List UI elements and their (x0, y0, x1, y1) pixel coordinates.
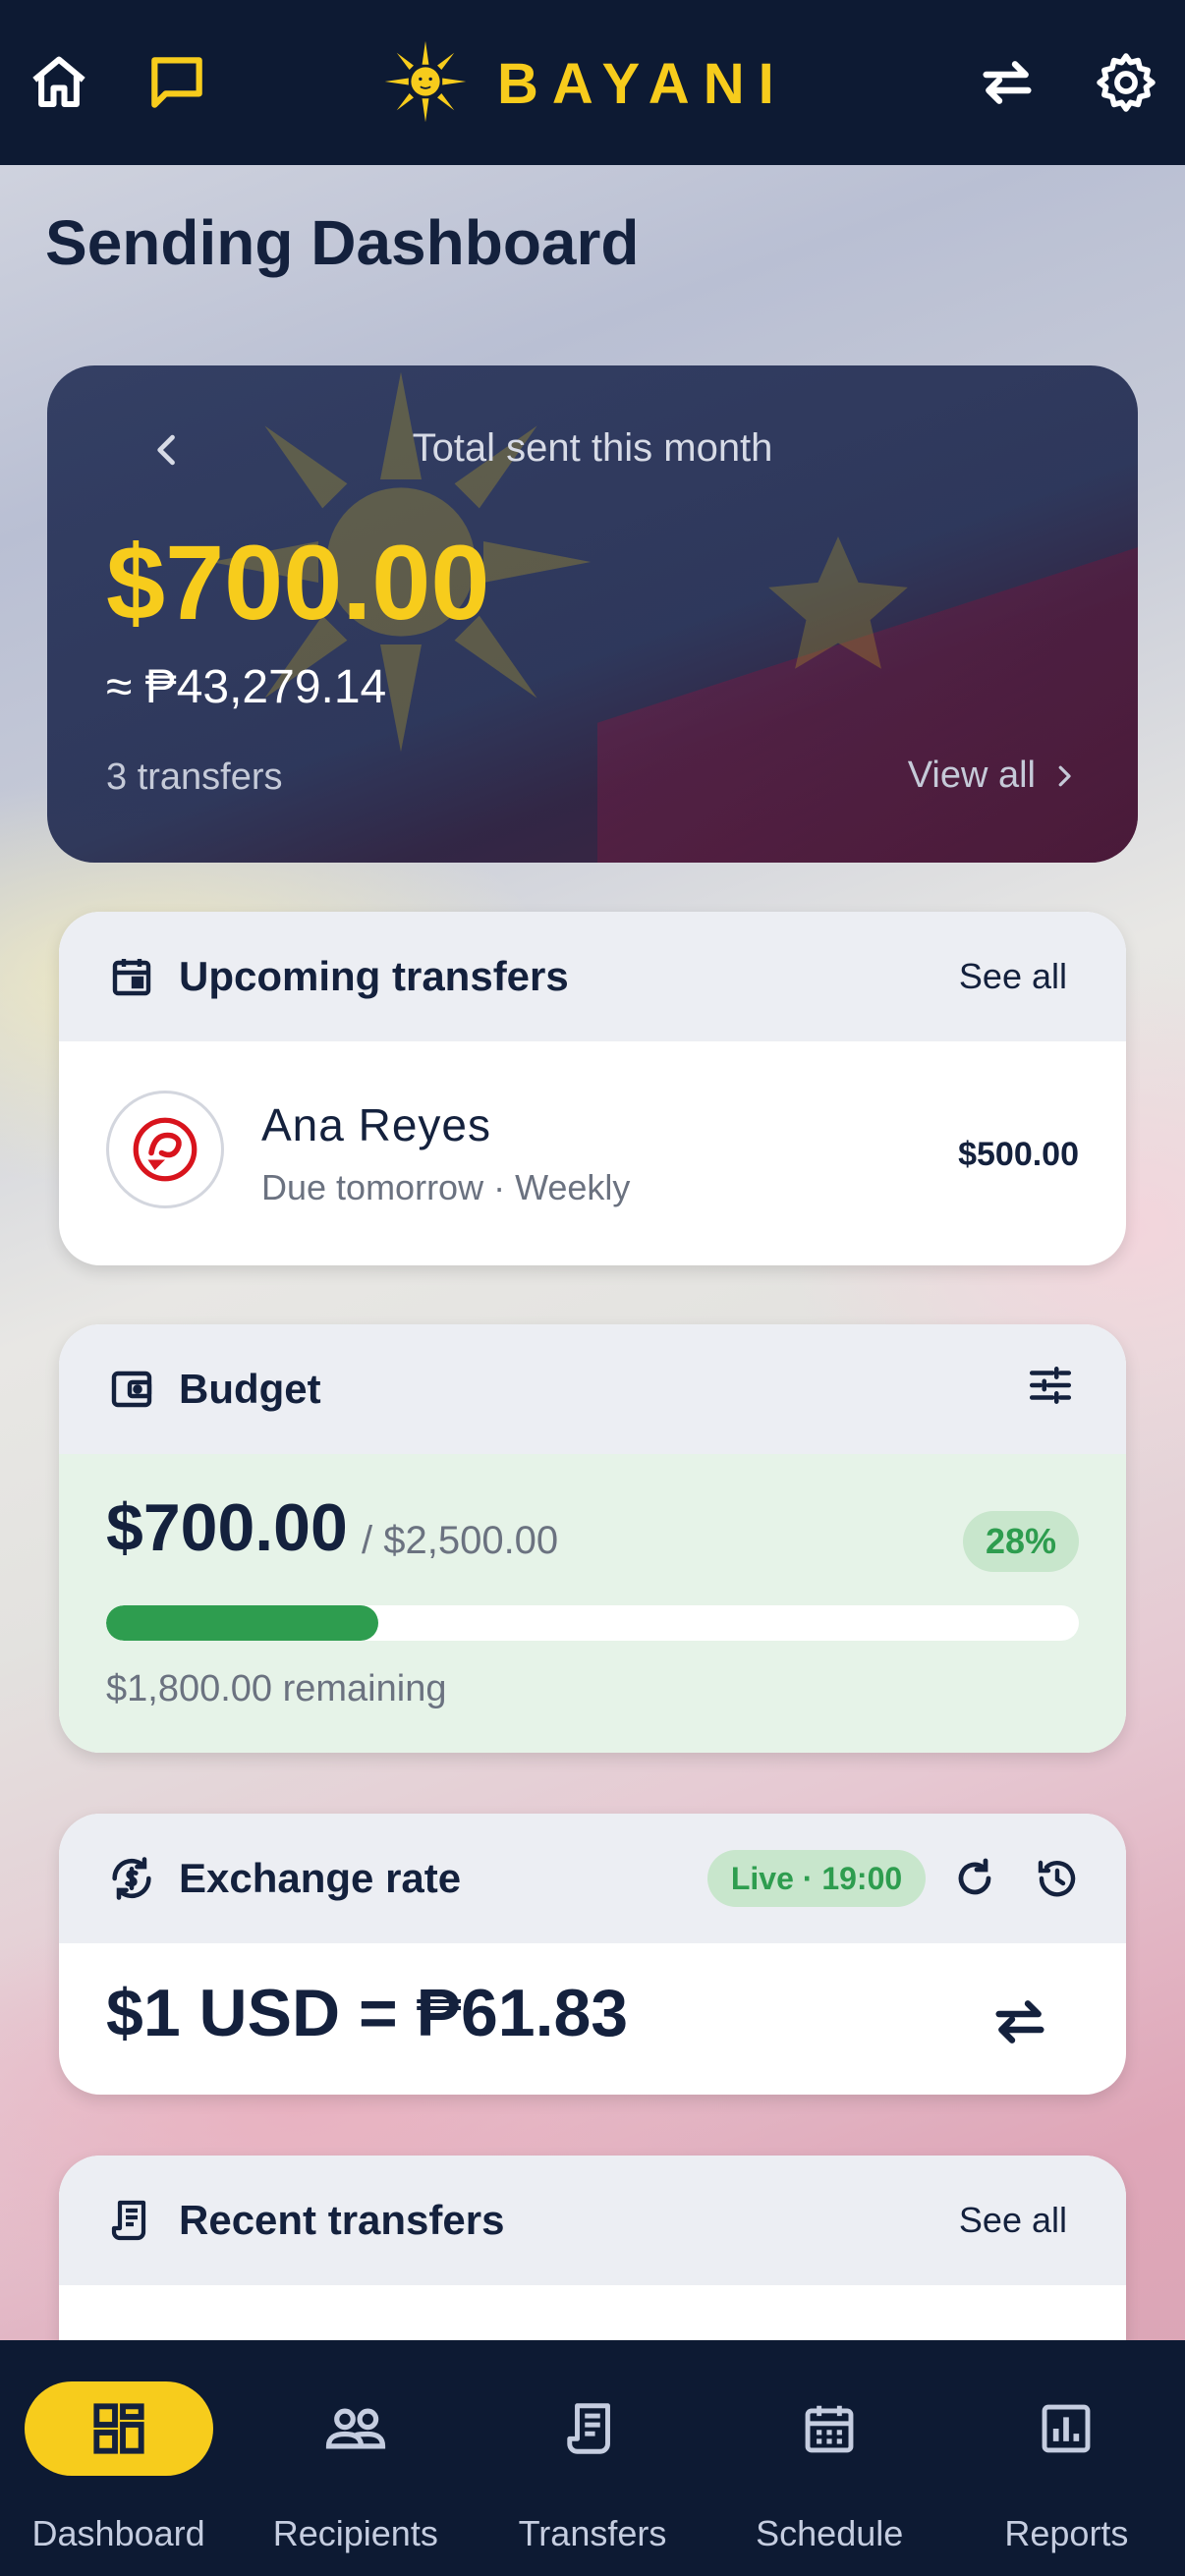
nav-label: Transfers (518, 2513, 667, 2553)
provider-logo-icon (133, 1117, 198, 1182)
nav-label: Recipients (272, 2513, 438, 2553)
upcoming-header: Upcoming transfers See all (59, 912, 1126, 1041)
php-equivalent: ≈ ₱43,279.14 (106, 661, 387, 713)
nav-label: Reports (1004, 2513, 1129, 2553)
total-sent-card: Total sent this month $700.00 ≈ ₱43,279.… (47, 365, 1138, 863)
budget-title: Budget (179, 1366, 321, 1412)
swap-currency-button[interactable] (983, 1985, 1057, 2059)
sun-logo-icon (383, 39, 468, 129)
reports-icon (1042, 2404, 1091, 2453)
hero-label: Total sent this month (412, 426, 773, 470)
nav-transfers-pill (498, 2381, 687, 2476)
calendar-icon (106, 951, 157, 1002)
currency-exchange-icon (106, 1853, 157, 1904)
budget-settings-button[interactable] (1026, 1361, 1075, 1419)
swap-icon[interactable] (968, 43, 1046, 122)
transfer-schedule: Due tomorrow · Weekly (261, 1167, 631, 1207)
transfer-count: 3 transfers (106, 756, 283, 798)
budget-spent: $700.00 (106, 1490, 348, 1565)
nav-transfers[interactable]: Transfers (474, 2340, 710, 2576)
recent-header: Recent transfers See all (59, 2156, 1126, 2285)
refresh-icon (958, 1858, 991, 1895)
live-status-badge: Live · 19:00 (707, 1850, 926, 1907)
budget-total: / $2,500.00 (362, 1519, 559, 1562)
nav-dashboard[interactable]: Dashboard (0, 2340, 237, 2576)
chevron-right-icon (1058, 765, 1071, 786)
wallet-icon (106, 1364, 157, 1415)
budget-progress-bar (106, 1605, 1079, 1641)
total-amount: $700.00 (106, 523, 490, 642)
history-icon (1038, 1860, 1076, 1897)
view-all-link[interactable]: View all (908, 755, 1079, 797)
nav-dashboard-pill (24, 2381, 213, 2476)
nav-recipients-pill (261, 2381, 450, 2476)
nav-reports[interactable]: Reports (948, 2340, 1185, 2576)
budget-progress-fill (106, 1605, 379, 1641)
nav-schedule[interactable]: Schedule (711, 2340, 948, 2576)
gear-icon[interactable] (1087, 43, 1165, 122)
recipient-name: Ana Reyes (261, 1099, 492, 1150)
recent-see-all-link[interactable]: See all (959, 2200, 1067, 2241)
recipient-avatar (106, 1091, 224, 1208)
upcoming-title: Upcoming transfers (179, 953, 569, 999)
recipients-icon (325, 2408, 385, 2449)
nav-schedule-pill (735, 2381, 924, 2476)
budget-header: Budget (59, 1324, 1126, 1454)
transfers-icon (567, 2403, 610, 2454)
upcoming-transfers-card: Upcoming transfers See all Ana Reyes Due… (59, 912, 1126, 1265)
budget-percent-badge: 28% (963, 1511, 1079, 1572)
budget-remaining: $1,800.00 remaining (106, 1668, 447, 1709)
rate-history-button[interactable] (1030, 1851, 1085, 1906)
brand: BAYANI (383, 39, 788, 128)
page-title: Sending Dashboard (45, 207, 640, 278)
chat-icon[interactable] (138, 43, 216, 122)
budget-body: $700.00 / $2,500.00 28% $1,800.00 remain… (59, 1454, 1126, 1753)
budget-card: Budget $700.00 / $2,500.00 28% $1,800.00… (59, 1324, 1126, 1753)
exchange-header: Exchange rate Live · 19:00 (59, 1814, 1126, 1943)
transfer-amount: $500.00 (958, 1136, 1079, 1173)
sliders-icon (1029, 1366, 1072, 1404)
upcoming-transfer-row[interactable]: Ana Reyes Due tomorrow · Weekly $500.00 (59, 1041, 1126, 1265)
swap-arrows-icon (995, 2000, 1044, 2044)
nav-label: Dashboard (31, 2513, 205, 2553)
nav-label: Schedule (756, 2513, 904, 2553)
bottom-navigation: Dashboard Recipients Transfers Schedule … (0, 2340, 1185, 2576)
brand-name: BAYANI (497, 51, 788, 116)
schedule-icon (805, 2405, 854, 2453)
refresh-button[interactable] (947, 1851, 1002, 1906)
nav-recipients[interactable]: Recipients (237, 2340, 474, 2576)
dashboard-icon (92, 2403, 144, 2454)
receipt-icon (106, 2195, 157, 2246)
recent-title: Recent transfers (179, 2197, 505, 2243)
exchange-rate-card: Exchange rate Live · 19:00 $1 USD = ₱61.… (59, 1814, 1126, 2095)
exchange-rate-value: $1 USD = ₱61.83 (106, 1976, 629, 2050)
exchange-body: $1 USD = ₱61.83 (59, 1943, 1126, 2095)
top-app-bar: BAYANI (0, 0, 1185, 165)
home-icon[interactable] (20, 43, 98, 122)
upcoming-see-all-link[interactable]: See all (959, 956, 1067, 997)
nav-reports-pill (972, 2381, 1160, 2476)
view-all-label: View all (907, 755, 1036, 796)
exchange-title: Exchange rate (179, 1855, 462, 1901)
star-decoration-icon (768, 536, 908, 669)
